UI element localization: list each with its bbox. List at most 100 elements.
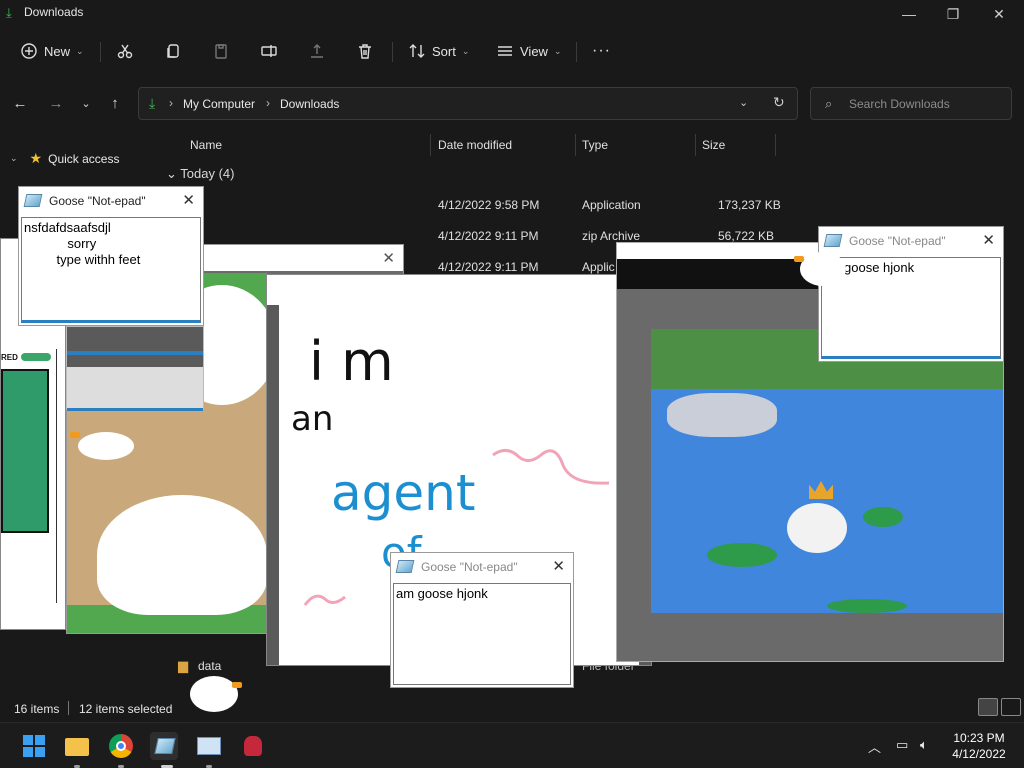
game-character-icon <box>244 736 262 756</box>
drawing-word: an <box>291 399 333 439</box>
windows-logo-icon <box>23 747 33 757</box>
view-button[interactable]: View ⌄ <box>496 38 562 64</box>
meme-image <box>1 369 49 533</box>
copy-button[interactable] <box>164 38 182 64</box>
address-history-chevron-icon[interactable]: ⌄ <box>739 96 748 109</box>
column-header-size[interactable]: Size <box>702 130 725 160</box>
goose-sprite[interactable] <box>794 252 846 286</box>
row-type: Application <box>582 198 641 212</box>
meme-panel: RED <box>1 349 57 603</box>
notepad-text-area[interactable]: goose hjonk <box>821 257 1001 359</box>
notepad-title-bar: Goose "Not-epad" ✕ <box>391 553 573 581</box>
taskbar-photos[interactable] <box>195 732 223 760</box>
divider <box>576 42 577 62</box>
breadcrumb-my-computer[interactable]: My Computer <box>183 97 255 111</box>
paste-button[interactable] <box>212 38 230 64</box>
row-date: 4/12/2022 9:11 PM <box>438 229 539 243</box>
show-hidden-icons-chevron-icon[interactable]: ︿ <box>868 737 881 756</box>
close-icon[interactable]: ✕ <box>182 191 195 209</box>
goose-beak <box>794 256 804 262</box>
goose-sprite[interactable] <box>70 432 134 460</box>
rename-button[interactable] <box>260 38 278 64</box>
notepad-icon <box>395 560 415 573</box>
share-button[interactable] <box>308 38 326 64</box>
goose-beak <box>70 432 80 438</box>
folder-icon <box>65 738 89 756</box>
column-header-name[interactable]: Name <box>190 130 222 160</box>
cut-button[interactable] <box>116 38 134 64</box>
search-input[interactable] <box>849 94 999 114</box>
selection-count: 12 items selected <box>79 702 173 716</box>
close-button[interactable]: ✕ <box>984 4 1014 24</box>
chrome-center <box>116 741 126 751</box>
address-row: ← → ⌄ ↑ ⤓ › My Computer › Downloads ⌄ ↻ … <box>0 84 1024 124</box>
lily-pad <box>863 507 903 527</box>
windows-logo-icon <box>35 747 45 757</box>
goose-sprite[interactable] <box>190 676 242 712</box>
divider <box>68 701 69 715</box>
breadcrumb-chevron-icon: › <box>169 96 173 110</box>
start-button[interactable] <box>20 732 48 760</box>
scissors-icon <box>117 44 133 59</box>
column-divider <box>775 134 776 156</box>
column-header-type[interactable]: Type <box>582 130 608 160</box>
taskbar-file-explorer[interactable] <box>63 732 91 760</box>
new-button[interactable]: New ⌄ <box>20 38 84 64</box>
restore-button[interactable]: ❐ <box>938 4 968 24</box>
breadcrumb-downloads[interactable]: Downloads <box>280 97 339 111</box>
details-view-button[interactable] <box>978 698 998 716</box>
notepad-text-area[interactable]: nsfdafdsaafsdjl sorry type withh feet <box>21 217 201 323</box>
forward-arrow-icon[interactable]: → <box>46 94 66 114</box>
taskbar-chrome[interactable] <box>107 732 135 760</box>
title-bar[interactable]: ⤓ Downloads — ❐ ✕ <box>0 0 1024 28</box>
divider <box>100 42 101 62</box>
breadcrumb-chevron-icon: › <box>266 96 270 110</box>
tiles-view-button[interactable] <box>1001 698 1021 716</box>
row-name[interactable]: data <box>198 659 221 673</box>
delete-button[interactable] <box>356 38 374 64</box>
close-icon[interactable]: ✕ <box>552 557 565 575</box>
address-bar[interactable]: ⤓ › My Computer › Downloads ⌄ ↻ <box>138 87 798 120</box>
minimize-button[interactable]: — <box>894 4 924 24</box>
close-icon[interactable]: ✕ <box>382 249 395 267</box>
taskbar-notepad[interactable] <box>150 732 178 760</box>
rename-icon <box>261 45 277 57</box>
notepad-text-area[interactable]: am goose hjonk <box>393 583 571 685</box>
back-arrow-icon[interactable]: ← <box>10 94 30 114</box>
column-divider <box>430 134 431 156</box>
row-date: 4/12/2022 9:58 PM <box>438 198 540 212</box>
column-divider <box>695 134 696 156</box>
chevron-down-icon: ⌄ <box>553 45 562 56</box>
clock-date: 4/12/2022 <box>952 747 1006 761</box>
group-header-today[interactable]: ⌄ Today (4) <box>166 166 234 182</box>
goose-notepad-window[interactable]: Goose "Not-epad" ✕ goose hjonk <box>818 226 1004 362</box>
sort-button[interactable]: Sort ⌄ <box>408 38 469 64</box>
taskbar-game[interactable] <box>239 732 267 760</box>
windows-logo-icon <box>23 735 33 745</box>
network-icon[interactable]: ▭ <box>896 737 908 753</box>
column-header-date[interactable]: Date modified <box>438 130 512 160</box>
refresh-icon[interactable]: ↻ <box>773 94 785 111</box>
close-icon[interactable]: ✕ <box>982 231 995 249</box>
notepad-text: goose hjonk <box>844 260 915 275</box>
notepad-icon <box>823 234 843 247</box>
copy-icon <box>167 44 179 58</box>
lily-pad <box>827 599 907 613</box>
clock[interactable]: 10:23 PM 4/12/2022 <box>944 730 1014 762</box>
sidebar-item-quick-access[interactable]: ⌄ ★ Quick access <box>10 150 119 167</box>
search-icon: ⌕ <box>825 96 833 111</box>
window-frame <box>267 305 279 665</box>
item-count: 16 items <box>14 702 60 716</box>
row-size: 56,722 KB <box>718 229 775 243</box>
goose-notepad-window[interactable]: Goose "Not-epad" ✕ nsfdafdsaafsdjl sorry… <box>18 186 204 326</box>
more-options-button[interactable]: ··· <box>592 38 611 64</box>
up-arrow-icon[interactable]: ↑ <box>105 94 125 114</box>
chevron-down-icon: ⌄ <box>10 153 18 163</box>
notepad-title: Goose "Not-epad" <box>49 194 146 208</box>
window-edge <box>67 367 203 411</box>
meme-badge <box>21 353 51 361</box>
volume-icon[interactable]: 🔈︎ <box>920 737 928 753</box>
goose-notepad-window[interactable]: Goose "Not-epad" ✕ am goose hjonk <box>390 552 574 688</box>
recent-locations-chevron-icon[interactable]: ⌄ <box>76 94 96 114</box>
plus-circle-icon <box>21 43 37 59</box>
